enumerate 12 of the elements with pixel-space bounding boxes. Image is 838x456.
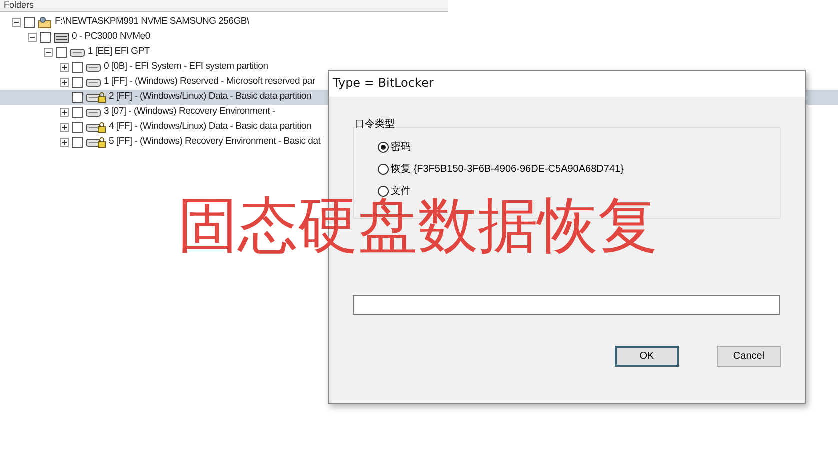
tree-label: 1 [FF] - (Windows) Reserved - Microsoft reserved par [104, 75, 316, 90]
dialog-title: Type = BitLocker [333, 75, 434, 92]
tree-label: 5 [FF] - (Windows) Recovery Environment - Basic dat [109, 135, 321, 150]
tree-label: 1 [EE] EFI GPT [88, 45, 150, 60]
panel-title: Folders [4, 1, 34, 10]
tree-label: 4 [FF] - (Windows/Linux) Data - Basic data partition [109, 120, 312, 134]
tree-label: 0 [0B] - EFI System - EFI system partition [104, 60, 268, 74]
tree-label: 2 [FF] - (Windows/Linux) Data - Basic data partition [109, 90, 312, 104]
tree-label: F:\NEWTASKPM991 NVME SAMSUNG 256GB\ [55, 15, 250, 30]
tree-label: 0 - PC3000 NVMe0 [72, 30, 150, 44]
tree-label: 3 [07] - (Windows) Recovery Environment - [104, 105, 276, 120]
group-label: 口令类型 [355, 120, 395, 130]
